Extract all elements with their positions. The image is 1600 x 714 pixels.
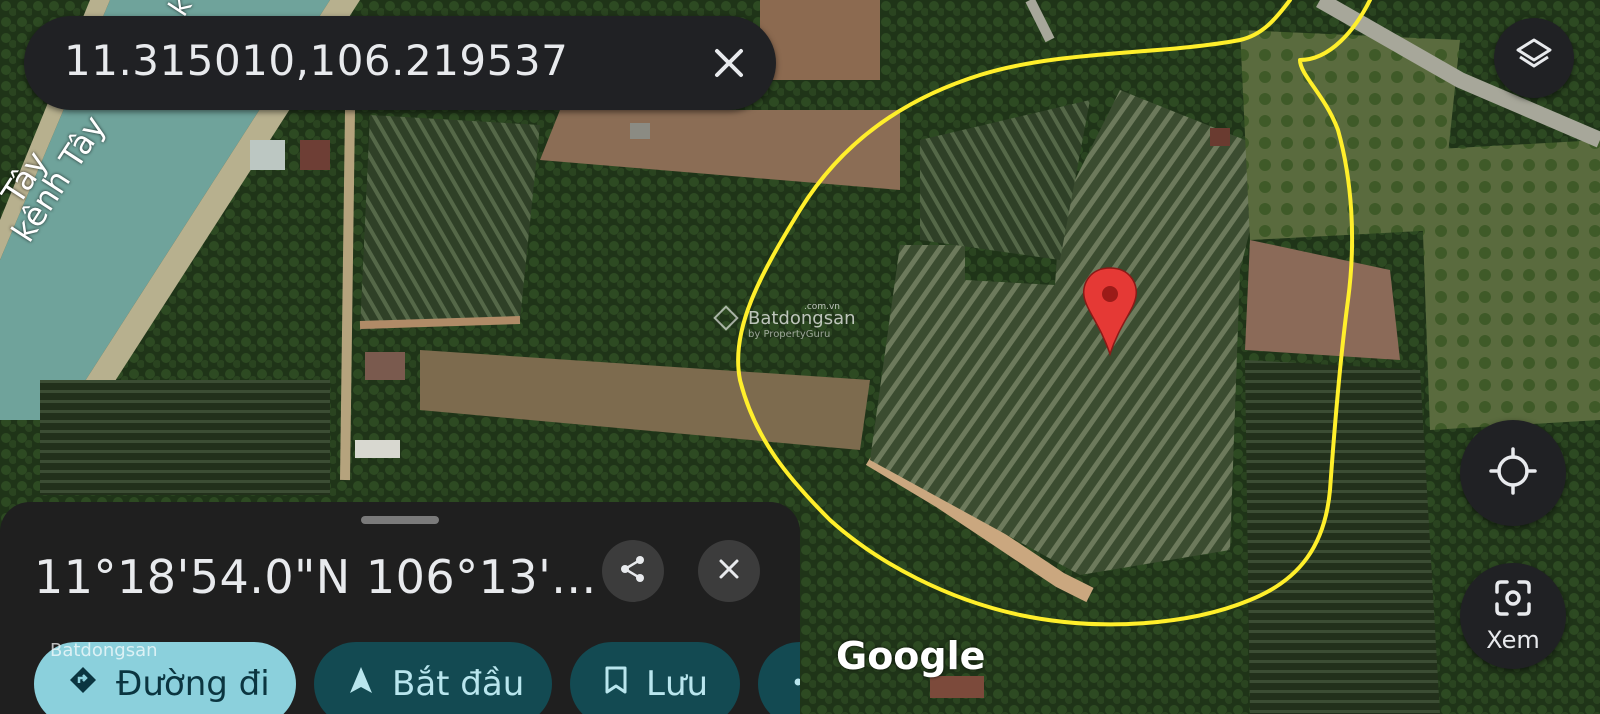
watermark-domain: .com.vn	[804, 302, 840, 312]
share-chip-button[interactable]	[758, 642, 800, 714]
start-button[interactable]: Bắt đầu	[314, 642, 552, 714]
my-location-button[interactable]	[1460, 420, 1566, 526]
navigation-arrow-icon	[348, 664, 374, 704]
dirt-road	[340, 109, 355, 481]
dark-plantation	[1245, 360, 1440, 714]
save-button[interactable]: Lưu	[570, 642, 740, 714]
watermark-brand: Batdongsan	[50, 640, 158, 661]
google-lens-icon	[1493, 578, 1533, 622]
building	[250, 140, 285, 170]
directions-icon	[68, 664, 98, 704]
drag-handle[interactable]	[361, 516, 439, 524]
share-icon	[618, 554, 648, 588]
save-label: Lưu	[646, 664, 709, 704]
directions-label: Đường đi	[116, 664, 270, 704]
building	[300, 140, 330, 170]
layers-button[interactable]	[1494, 18, 1574, 98]
google-attribution: Google	[836, 634, 986, 678]
watermark: Batdongsan by PropertyGuru	[748, 308, 856, 340]
dirt-road	[359, 316, 521, 329]
lens-button[interactable]: Xem	[1460, 563, 1566, 669]
dark-plantation	[40, 380, 330, 495]
close-icon[interactable]	[700, 34, 758, 92]
search-query[interactable]: 11.315010,106.219537	[64, 36, 568, 85]
watermark-bottom: Batdongsan	[50, 640, 158, 661]
share-icon	[792, 664, 800, 704]
lens-label: Xem	[1486, 626, 1540, 654]
orchard-field	[360, 115, 540, 330]
building	[630, 123, 650, 139]
my-location-icon	[1488, 446, 1538, 500]
building	[365, 352, 405, 380]
sheet-close-button[interactable]	[698, 540, 760, 602]
building	[930, 676, 984, 698]
close-icon	[717, 557, 741, 585]
share-button[interactable]	[602, 540, 664, 602]
place-coordinates: 11°18'54.0"N 106°13'...	[34, 550, 597, 604]
search-bar[interactable]: 11.315010,106.219537	[24, 16, 776, 110]
building	[355, 440, 400, 458]
bookmark-icon	[604, 664, 628, 704]
place-sheet[interactable]: 11°18'54.0"N 106°13'... Đường đi Bắt đầu…	[0, 502, 800, 714]
layers-icon	[1514, 36, 1554, 80]
orchard-field	[1420, 140, 1600, 430]
watermark-tagline: by PropertyGuru	[748, 329, 831, 340]
building	[1210, 128, 1230, 146]
start-label: Bắt đầu	[392, 664, 525, 704]
bare-field	[760, 0, 880, 80]
